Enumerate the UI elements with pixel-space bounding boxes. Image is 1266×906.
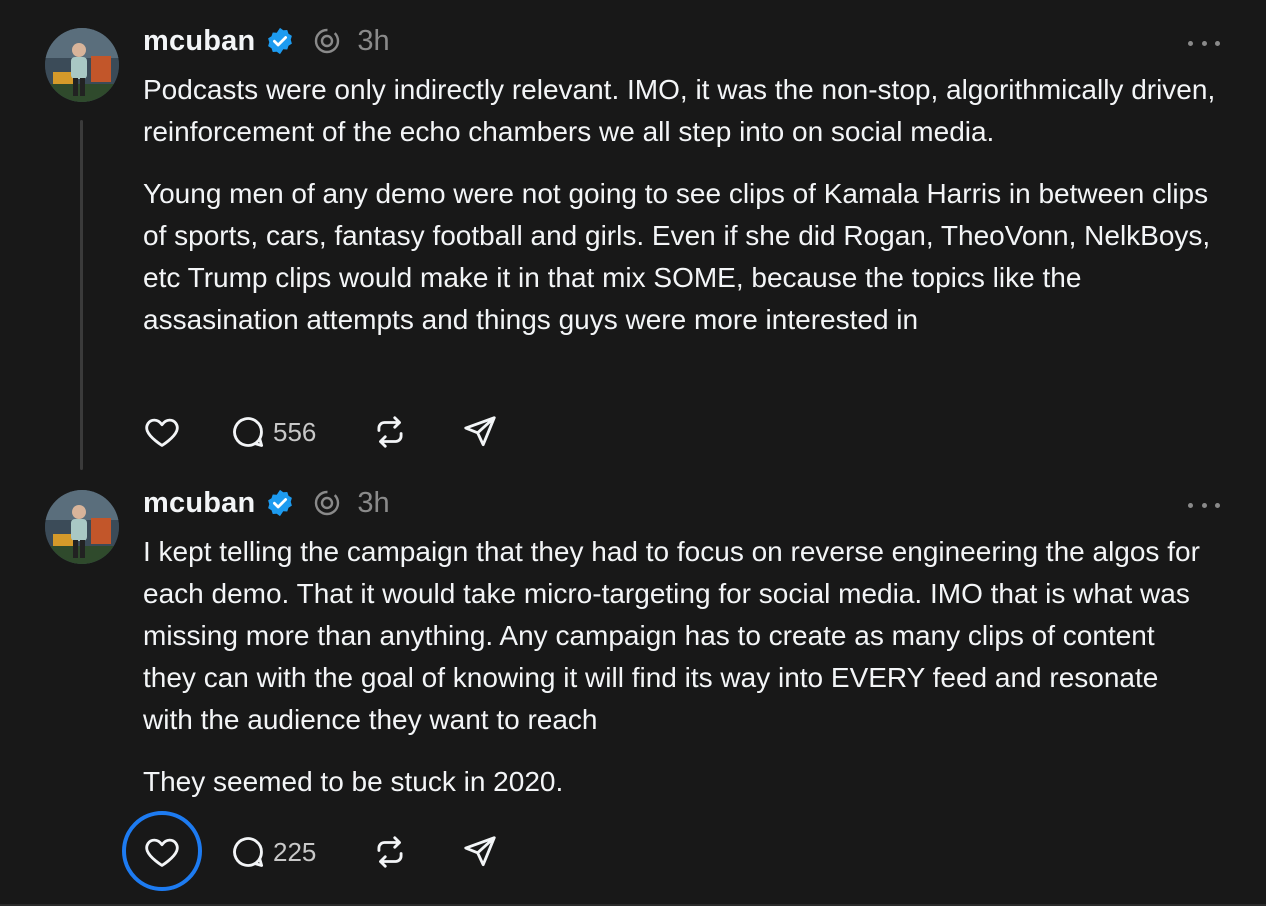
repost-icon: [377, 836, 403, 868]
like-button[interactable]: [143, 833, 181, 871]
thread-post-2: mcuban 3h I kept telling the campaign th…: [0, 470, 1266, 904]
avatar[interactable]: [45, 28, 119, 102]
post-body: I kept telling the campaign that they ha…: [143, 531, 1243, 803]
thread-post-1: mcuban 3h Podcasts were only indirectly …: [0, 0, 1266, 470]
username[interactable]: mcuban: [143, 487, 255, 520]
post-paragraph: I kept telling the campaign that they ha…: [143, 536, 1200, 735]
heart-icon: [145, 838, 179, 867]
verified-badge-icon: [265, 488, 295, 518]
repost-button[interactable]: [371, 833, 409, 871]
reply-button[interactable]: 225: [229, 833, 316, 871]
thread-connector-line: [80, 120, 83, 470]
like-button[interactable]: [143, 413, 181, 451]
more-options-icon[interactable]: [1188, 495, 1220, 515]
post-time: 3h: [357, 486, 390, 519]
threads-logo-icon: [313, 27, 341, 55]
repost-icon: [377, 416, 403, 448]
share-button[interactable]: [461, 413, 499, 451]
post-paragraph: Young men of any demo were not going to …: [143, 178, 1211, 335]
heart-icon: [145, 418, 179, 447]
reply-button[interactable]: 556: [229, 413, 316, 451]
post-body: Podcasts were only indirectly relevant. …: [143, 69, 1243, 341]
username[interactable]: mcuban: [143, 25, 255, 58]
reply-count: 556: [273, 416, 317, 447]
comment-icon: [233, 417, 264, 447]
share-button[interactable]: [461, 833, 499, 871]
post-paragraph: Podcasts were only indirectly relevant. …: [143, 74, 1216, 147]
avatar-photo: [45, 28, 119, 102]
verified-badge-icon: [265, 26, 295, 56]
reply-count: 225: [273, 836, 317, 867]
post-header: mcuban 3h: [143, 485, 390, 521]
avatar[interactable]: [45, 490, 119, 564]
more-options-icon[interactable]: [1188, 33, 1220, 53]
post-header: mcuban 3h: [143, 23, 390, 59]
send-icon: [464, 416, 496, 447]
send-icon: [464, 836, 496, 867]
avatar-photo: [45, 490, 119, 564]
post-time: 3h: [357, 24, 390, 57]
comment-icon: [233, 837, 264, 867]
repost-button[interactable]: [371, 413, 409, 451]
post-paragraph: They seemed to be stuck in 2020.: [143, 766, 564, 797]
threads-logo-icon: [313, 489, 341, 517]
